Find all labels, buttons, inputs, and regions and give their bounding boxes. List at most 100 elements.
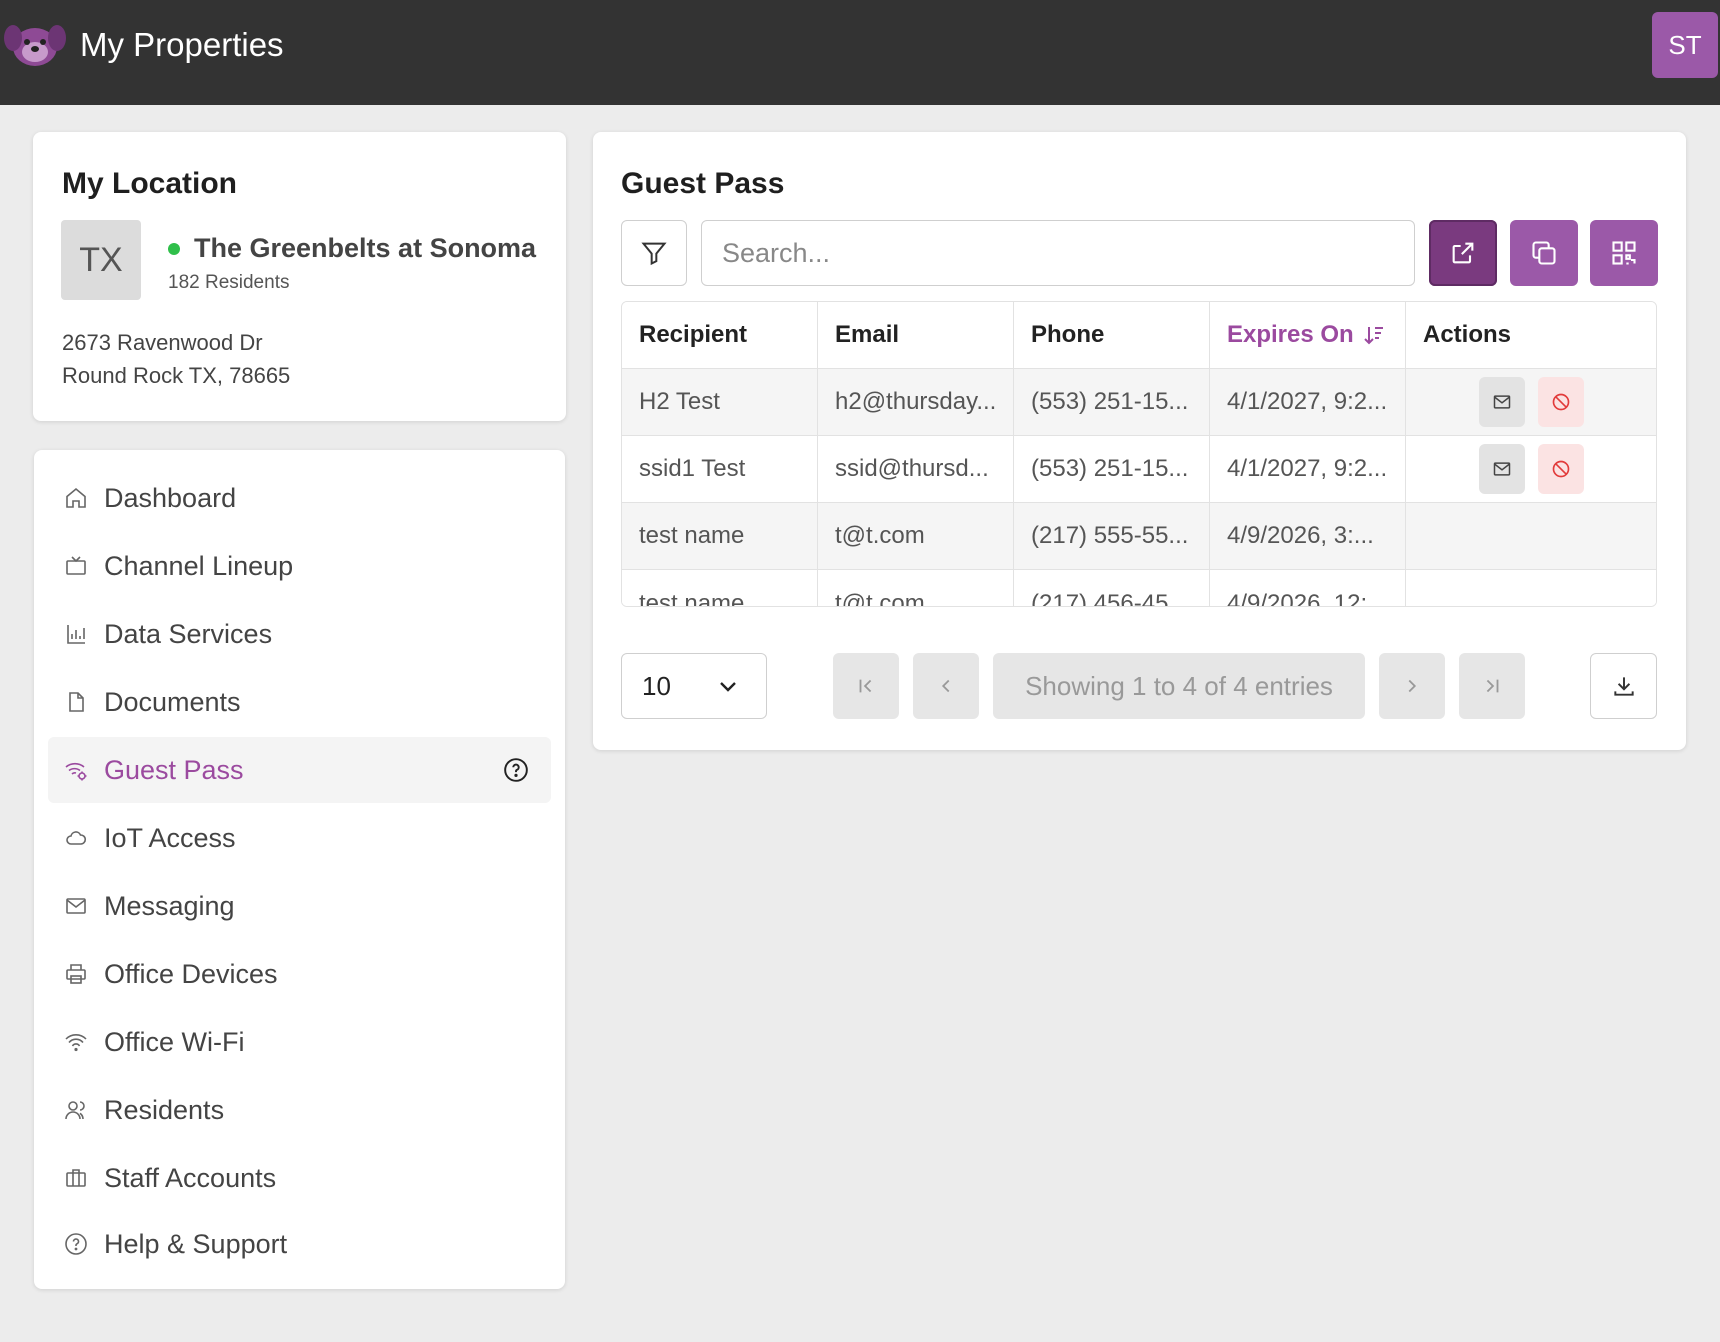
sidebar-item-channel-lineup[interactable]: Channel Lineup — [48, 533, 551, 599]
table-row[interactable]: ssid1 Test ssid@thursd... (553) 251-15..… — [622, 436, 1656, 503]
sort-descending-icon — [1364, 327, 1383, 345]
cell-actions — [1406, 503, 1656, 569]
cell-email: t@t.com — [818, 570, 1014, 606]
users-icon — [62, 1096, 90, 1124]
pagination-info: Showing 1 to 4 of 4 entries — [993, 653, 1365, 719]
sidebar-item-label: Office Devices — [104, 958, 278, 989]
help-circle-icon[interactable] — [503, 757, 529, 783]
sidebar-item-label: Residents — [104, 1094, 225, 1125]
property-name-text: The Greenbelts at Sonoma — [194, 233, 537, 263]
cell-actions — [1406, 369, 1656, 435]
address-line-2: Round Rock TX, 78665 — [62, 363, 291, 388]
printer-icon — [62, 960, 90, 988]
sidebar-item-label: Staff Accounts — [104, 1162, 277, 1193]
cell-email: t@t.com — [818, 503, 1014, 569]
previous-page-button[interactable] — [913, 653, 979, 719]
sidebar-item-label: Guest Pass — [104, 754, 244, 785]
table-row[interactable]: H2 Test h2@thursday... (553) 251-15... 4… — [622, 369, 1656, 436]
cell-phone: (553) 251-15... — [1014, 436, 1210, 502]
download-icon — [1613, 677, 1634, 696]
briefcase-icon — [62, 1164, 90, 1192]
column-header-expires-on[interactable]: Expires On — [1210, 302, 1406, 368]
sidebar-item-label: Documents — [104, 686, 241, 717]
first-page-button[interactable] — [833, 653, 899, 719]
copy-icon — [1532, 241, 1556, 265]
sidebar-item-messaging[interactable]: Messaging — [48, 873, 551, 939]
sidebar-item-office-devices[interactable]: Office Devices — [48, 941, 551, 1007]
document-icon — [62, 688, 90, 716]
help-icon — [62, 1230, 90, 1258]
cell-phone: (217) 555-55... — [1014, 503, 1210, 569]
open-external-button[interactable] — [1429, 220, 1497, 286]
user-avatar[interactable]: ST — [1652, 12, 1718, 78]
cell-actions — [1406, 570, 1656, 606]
cell-phone: (553) 251-15... — [1014, 369, 1210, 435]
first-page-icon — [859, 679, 872, 693]
property-name: The Greenbelts at Sonoma — [168, 233, 536, 264]
block-icon — [1552, 460, 1569, 478]
column-header-email[interactable]: Email — [818, 302, 1014, 368]
mail-icon — [1493, 462, 1510, 476]
sidebar-item-help-support[interactable]: Help & Support — [48, 1211, 551, 1277]
sidebar-item-data-services[interactable]: Data Services — [48, 601, 551, 667]
last-page-icon — [1486, 679, 1499, 693]
sidebar-item-documents[interactable]: Documents — [48, 669, 551, 735]
cell-actions — [1406, 436, 1656, 502]
wifi-gear-icon — [62, 756, 90, 784]
revoke-button[interactable] — [1537, 444, 1584, 494]
page-size-select[interactable]: 10 — [621, 653, 767, 719]
block-icon — [1552, 393, 1569, 411]
sidebar-item-iot-access[interactable]: IoT Access — [48, 805, 551, 871]
column-header-recipient[interactable]: Recipient — [622, 302, 818, 368]
filter-icon — [641, 242, 667, 266]
dog-logo-icon[interactable] — [4, 22, 66, 68]
sidebar-item-dashboard[interactable]: Dashboard — [48, 465, 551, 531]
cell-recipient: H2 Test — [622, 369, 818, 435]
home-icon — [62, 484, 90, 512]
mail-icon — [62, 892, 90, 920]
guest-pass-card: Guest Pass Recipient Email Phone Expires… — [593, 132, 1686, 750]
sidebar-item-label: Office Wi-Fi — [104, 1026, 245, 1057]
last-page-button[interactable] — [1459, 653, 1525, 719]
bar-chart-icon — [62, 620, 90, 648]
status-dot — [168, 242, 180, 255]
cell-expires: 4/9/2026, 12:... — [1210, 570, 1406, 606]
search-input[interactable] — [701, 220, 1415, 286]
mail-icon — [1493, 395, 1510, 409]
resend-email-button[interactable] — [1478, 444, 1525, 494]
table-row[interactable]: test name t@t.com (217) 456-45... 4/9/20… — [622, 570, 1656, 606]
download-button[interactable] — [1590, 653, 1657, 719]
sidebar-item-guest-pass[interactable]: Guest Pass — [48, 737, 551, 803]
chevron-left-icon — [941, 679, 950, 693]
cell-expires: 4/1/2027, 9:2... — [1210, 436, 1406, 502]
wifi-icon — [62, 1028, 90, 1056]
address-line-1: 2673 Ravenwood Dr — [62, 330, 263, 355]
sidebar-item-label: Dashboard — [104, 482, 237, 513]
state-badge: TX — [61, 220, 141, 300]
sidebar-item-staff-accounts[interactable]: Staff Accounts — [48, 1145, 551, 1211]
chevron-right-icon — [1408, 679, 1417, 693]
chevron-down-icon — [720, 682, 736, 692]
copy-button[interactable] — [1510, 220, 1578, 286]
revoke-button[interactable] — [1537, 377, 1584, 427]
table-row[interactable]: test name t@t.com (217) 555-55... 4/9/20… — [622, 503, 1656, 570]
sidebar-item-residents[interactable]: Residents — [48, 1077, 551, 1143]
location-card: My Location TX The Greenbelts at Sonoma … — [33, 132, 566, 421]
sidebar-item-label: Messaging — [104, 890, 235, 921]
guest-pass-table: Recipient Email Phone Expires On Actions… — [621, 301, 1657, 607]
app-title: My Properties — [80, 26, 284, 63]
column-header-actions: Actions — [1423, 321, 1512, 348]
tv-icon — [62, 552, 90, 580]
cloud-icon — [62, 824, 90, 852]
filter-button[interactable] — [621, 220, 687, 286]
qr-code-button[interactable] — [1590, 220, 1658, 286]
sidebar-item-office-wifi[interactable]: Office Wi-Fi — [48, 1009, 551, 1075]
next-page-button[interactable] — [1379, 653, 1445, 719]
resend-email-button[interactable] — [1478, 377, 1525, 427]
resident-count: 182 Residents — [168, 272, 290, 293]
column-header-phone[interactable]: Phone — [1014, 302, 1210, 368]
sidebar-item-label: Help & Support — [104, 1228, 288, 1259]
sidebar-item-label: Channel Lineup — [104, 550, 294, 581]
page-size-value: 10 — [642, 670, 671, 701]
external-link-icon — [1452, 242, 1474, 264]
